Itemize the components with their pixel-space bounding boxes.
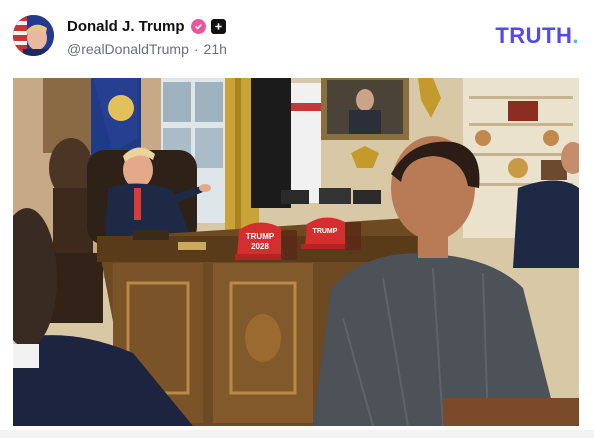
- verified-check-icon: [190, 18, 206, 34]
- hat-text-top: TRUMP: [246, 232, 275, 241]
- avatar[interactable]: [13, 15, 54, 56]
- meta-line: @realDonaldTrump · 21h: [67, 41, 227, 57]
- truth-logo[interactable]: TRUTH.: [495, 23, 579, 49]
- avatar-image: [13, 15, 54, 56]
- post-header: Donald J. Trump @realDonaldTrump · 21h T…: [0, 0, 594, 72]
- meta-separator: ·: [193, 41, 199, 57]
- author-line: Donald J. Trump: [67, 17, 227, 35]
- timestamp[interactable]: 21h: [204, 41, 227, 57]
- hat-text-bottom: 2028: [251, 242, 269, 251]
- post-divider: [0, 430, 594, 438]
- logo-period: .: [572, 23, 579, 48]
- post-image[interactable]: TRUMP 2028 TRUMP: [13, 78, 579, 426]
- author-name[interactable]: Donald J. Trump: [67, 18, 185, 35]
- logo-text: TRUTH: [495, 23, 573, 48]
- plus-badge-icon: [210, 18, 226, 34]
- author-block: Donald J. Trump @realDonaldTrump · 21h: [67, 17, 227, 58]
- oval-office-photo: TRUMP 2028 TRUMP: [13, 78, 579, 426]
- handle[interactable]: @realDonaldTrump: [67, 41, 189, 57]
- hat2-text: TRUMP: [313, 228, 338, 235]
